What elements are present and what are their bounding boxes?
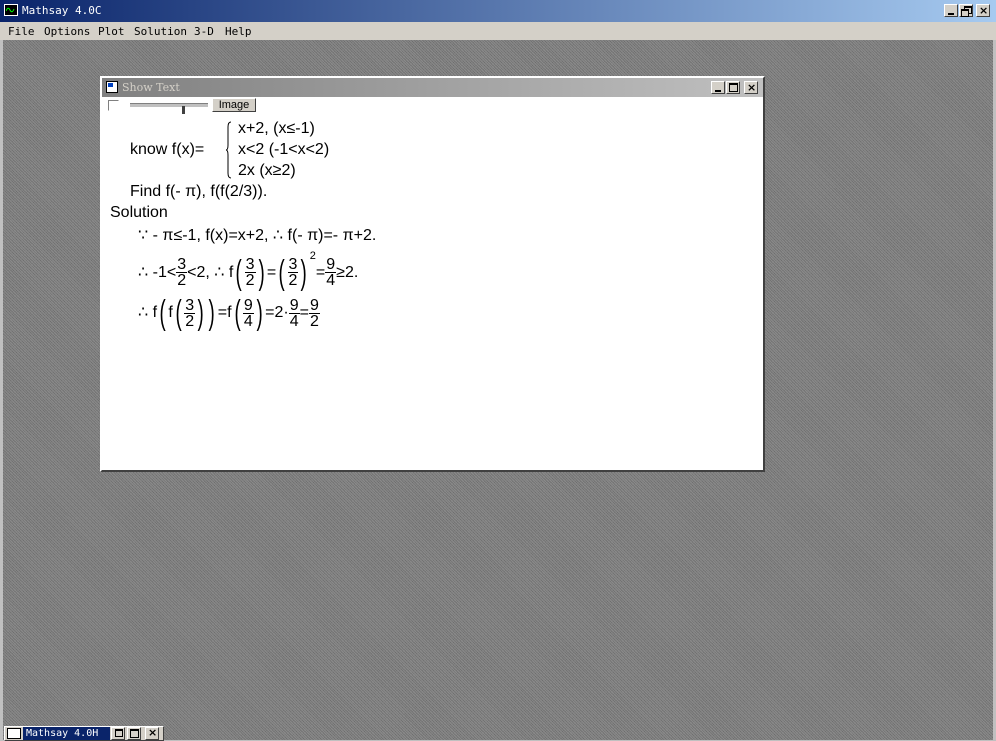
- show-text-window-icon: [106, 81, 118, 93]
- step-2-prefix: ∴ -1<: [138, 264, 177, 281]
- find-line: Find f(- π), f(f(2/3)).: [130, 183, 268, 200]
- step-2: ∴ -1< 3 2 <2, ∴ f(3 2) =(3 2) 2= 9 4 ≥2.: [138, 250, 359, 292]
- fraction-3-2: 32: [287, 256, 299, 290]
- case-1: x+2, (x≤-1): [238, 120, 315, 137]
- close-icon: ×: [148, 726, 158, 739]
- menu-plot[interactable]: Plot: [98, 25, 125, 38]
- app-title-bar[interactable]: Mathsay 4.0C ×: [0, 0, 996, 22]
- case-3: 2x (x≥2): [238, 162, 296, 179]
- toolbar-checkbox[interactable]: [108, 100, 119, 111]
- app-title: Mathsay 4.0C: [22, 4, 102, 17]
- step-2-tail: ≥2.: [336, 264, 359, 281]
- menu-solution[interactable]: Solution: [134, 25, 187, 38]
- minimized-window[interactable]: Mathsay 4.0H ×: [4, 726, 164, 741]
- zoom-slider-thumb[interactable]: [182, 106, 185, 114]
- menu-options[interactable]: Options: [44, 25, 90, 38]
- step-2-mid: <2, ∴ f: [187, 264, 234, 281]
- menu-help[interactable]: Help: [225, 25, 252, 38]
- show-text-window[interactable]: Show Text × Image know f(x)= x+2, (x≤-1)…: [100, 76, 765, 472]
- child-maximize-button[interactable]: [726, 81, 740, 94]
- mathsay-app-icon: [4, 4, 18, 16]
- solution-label: Solution: [110, 204, 168, 221]
- minimize-icon: [715, 90, 721, 92]
- minimize-icon: [948, 13, 954, 15]
- close-icon: ×: [747, 81, 757, 94]
- minimized-window-title: Mathsay 4.0H: [23, 727, 110, 740]
- child-close-button[interactable]: ×: [744, 81, 758, 94]
- image-button[interactable]: Image: [212, 98, 256, 112]
- show-text-title-bar[interactable]: Show Text ×: [102, 78, 763, 97]
- close-button[interactable]: ×: [976, 4, 990, 17]
- step-3-prefix: ∴ f: [138, 304, 158, 322]
- case-2: x<2 (-1<x<2): [238, 141, 330, 158]
- step-1: ∵ - π≤-1, f(x)=x+2, ∴ f(- π)=- π+2.: [138, 227, 377, 244]
- restore-icon: [115, 729, 123, 737]
- fraction-9-2: 92: [308, 296, 320, 330]
- fraction-9-4: 94: [242, 296, 254, 330]
- minimized-restore-button[interactable]: [111, 727, 125, 740]
- menu-3d[interactable]: 3-D: [194, 25, 214, 38]
- fraction-3-2: 32: [176, 256, 188, 290]
- know-prefix: know f(x)=: [130, 141, 205, 158]
- maximize-icon: [729, 83, 738, 92]
- fraction-3-2: 32: [244, 256, 256, 290]
- minimized-close-button[interactable]: ×: [145, 726, 159, 740]
- fraction-9-4: 94: [288, 296, 300, 330]
- show-text-title: Show Text: [122, 81, 180, 94]
- child-minimize-button[interactable]: [711, 81, 725, 94]
- step-3-mid: =f: [217, 304, 232, 322]
- show-text-toolbar: Image: [102, 97, 763, 114]
- fraction-9-4: 94: [325, 256, 337, 290]
- piecewise-brace: [225, 121, 232, 179]
- minimize-button[interactable]: [944, 4, 958, 17]
- window-icon: [7, 728, 21, 739]
- fraction-3-2: 32: [184, 296, 196, 330]
- step-3: ∴ f(f(3 2)) =f(9 4) =2· 9 4 = 9 2: [138, 294, 320, 332]
- exponent: 2: [309, 250, 316, 262]
- menu-file[interactable]: File: [8, 25, 35, 38]
- zoom-slider[interactable]: [130, 103, 208, 114]
- close-icon: ×: [979, 4, 989, 17]
- maximize-icon: [130, 729, 139, 738]
- menu-bar: File Options Plot Solution 3-D Help: [0, 22, 996, 40]
- minimized-maximize-button[interactable]: [127, 727, 141, 740]
- restore-button[interactable]: [959, 4, 973, 17]
